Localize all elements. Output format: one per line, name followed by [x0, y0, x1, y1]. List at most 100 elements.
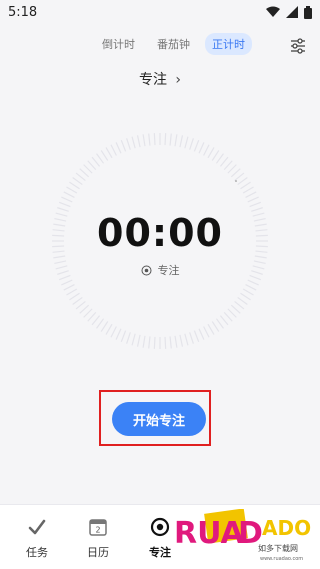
- dial-tick: [126, 138, 131, 150]
- start-focus-button[interactable]: 开始专注: [112, 402, 206, 436]
- dial-tick: [58, 201, 71, 208]
- dial-tick: [91, 156, 101, 167]
- dial-tick: [247, 279, 259, 286]
- dial-tick: [179, 135, 184, 148]
- nav-label-calendar: 日历: [87, 546, 109, 559]
- dial-tick: [136, 135, 141, 148]
- chevron-right-icon: ›: [175, 72, 182, 88]
- dial-tick: [223, 311, 233, 322]
- dial-marker: [235, 180, 237, 182]
- dial-tick: [164, 336, 167, 349]
- dial-tick: [66, 186, 78, 194]
- dial-tick: [207, 147, 215, 159]
- dial-tick: [148, 133, 151, 146]
- dial-tick: [237, 177, 248, 186]
- dial-tick: [193, 330, 200, 343]
- svg-text:www.ruadao.com: www.ruadao.com: [260, 556, 303, 562]
- dial-tick: [66, 288, 78, 296]
- dial-tick: [61, 279, 73, 286]
- dial-tick: [115, 328, 122, 340]
- dial-tick: [242, 186, 254, 194]
- dial-tick: [120, 139, 127, 152]
- dial-tick: [174, 335, 178, 348]
- nav-item-tasks[interactable]: 任务: [17, 517, 57, 560]
- dial-tick: [189, 138, 194, 150]
- dial-tick: [234, 172, 245, 182]
- tab-stopwatch[interactable]: 正计时: [205, 33, 252, 55]
- focus-icon: [150, 517, 170, 537]
- focus-mode-label: 专注: [157, 264, 180, 277]
- dial-tick: [87, 160, 97, 171]
- dial-tick: [91, 315, 101, 326]
- battery-icon: [304, 5, 312, 19]
- dial-tick: [227, 308, 237, 318]
- dial-tick: [242, 288, 254, 296]
- dial-tick: [83, 308, 93, 318]
- dial-tick: [87, 311, 97, 322]
- dial-tick: [234, 300, 245, 310]
- dial-tick: [148, 336, 151, 349]
- dial-tick: [142, 134, 146, 147]
- dial-tick: [153, 133, 156, 146]
- dial-tick: [237, 296, 248, 305]
- dial-tick: [254, 255, 267, 259]
- dial-tick: [211, 321, 220, 332]
- focus-mode-indicator[interactable]: 专注: [0, 262, 320, 278]
- dial-tick: [131, 136, 136, 149]
- focus-task-selector[interactable]: 专注 ›: [0, 69, 320, 89]
- watermark-logo: RUA D ADO 如多下载网 www.ruadao.com: [174, 509, 311, 562]
- wifi-icon: [266, 6, 280, 17]
- dial-tick: [96, 318, 105, 329]
- dial-tick: [230, 304, 241, 314]
- dial-tick: [169, 336, 172, 349]
- dial-tick: [105, 147, 113, 159]
- dial-tick: [105, 323, 113, 335]
- nav-item-calendar[interactable]: 2 日历: [78, 517, 118, 560]
- svg-text:如多下载网: 如多下载网: [258, 543, 298, 553]
- dial-tick: [215, 153, 224, 164]
- dial-tick: [100, 150, 109, 161]
- dial-tick: [96, 153, 105, 164]
- dial-tick: [53, 255, 66, 259]
- signal-icon: [286, 6, 298, 18]
- dial-tick: [245, 191, 257, 198]
- target-icon: [141, 265, 151, 275]
- dial-tick: [184, 333, 189, 346]
- dial-tick: [219, 315, 229, 326]
- dial-tick: [193, 139, 200, 152]
- dial-tick: [247, 196, 259, 203]
- status-bar: 5:18: [0, 0, 320, 24]
- status-time: 5:18: [8, 4, 38, 20]
- focus-title-label: 专注: [138, 72, 167, 88]
- dial-tick: [240, 181, 251, 190]
- svg-text:ADO: ADO: [262, 516, 311, 540]
- dial-tick: [69, 292, 80, 301]
- dial-tick: [227, 164, 237, 174]
- dial-tick: [79, 168, 90, 178]
- dial-tick: [207, 323, 215, 335]
- dial-tick: [203, 144, 210, 156]
- dial-tick: [120, 330, 127, 343]
- dial-tick: [223, 160, 233, 171]
- tab-countdown[interactable]: 倒计时: [95, 33, 142, 55]
- tab-pomodoro[interactable]: 番茄钟: [150, 33, 197, 55]
- dial-tick: [198, 328, 205, 340]
- dial-tick: [164, 133, 167, 146]
- dial-tick: [110, 144, 117, 156]
- dial-tick: [115, 142, 122, 154]
- elapsed-time: 00:00: [97, 211, 223, 255]
- timer-mode-tabs: 倒计时 番茄钟 正计时: [95, 33, 252, 55]
- svg-text:RUA: RUA: [174, 516, 245, 551]
- dial-tick: [131, 333, 136, 346]
- dial-tick: [249, 201, 262, 208]
- settings-sliders-icon[interactable]: [290, 38, 306, 54]
- check-icon: [28, 519, 46, 535]
- calendar-badge: 2: [95, 526, 100, 535]
- dial-tick: [75, 172, 86, 182]
- dial-tick: [142, 335, 146, 348]
- dial-tick: [211, 150, 220, 161]
- dial-tick: [69, 181, 80, 190]
- dial-tick: [184, 136, 189, 149]
- dial-tick: [110, 326, 117, 338]
- dial-tick: [203, 326, 210, 338]
